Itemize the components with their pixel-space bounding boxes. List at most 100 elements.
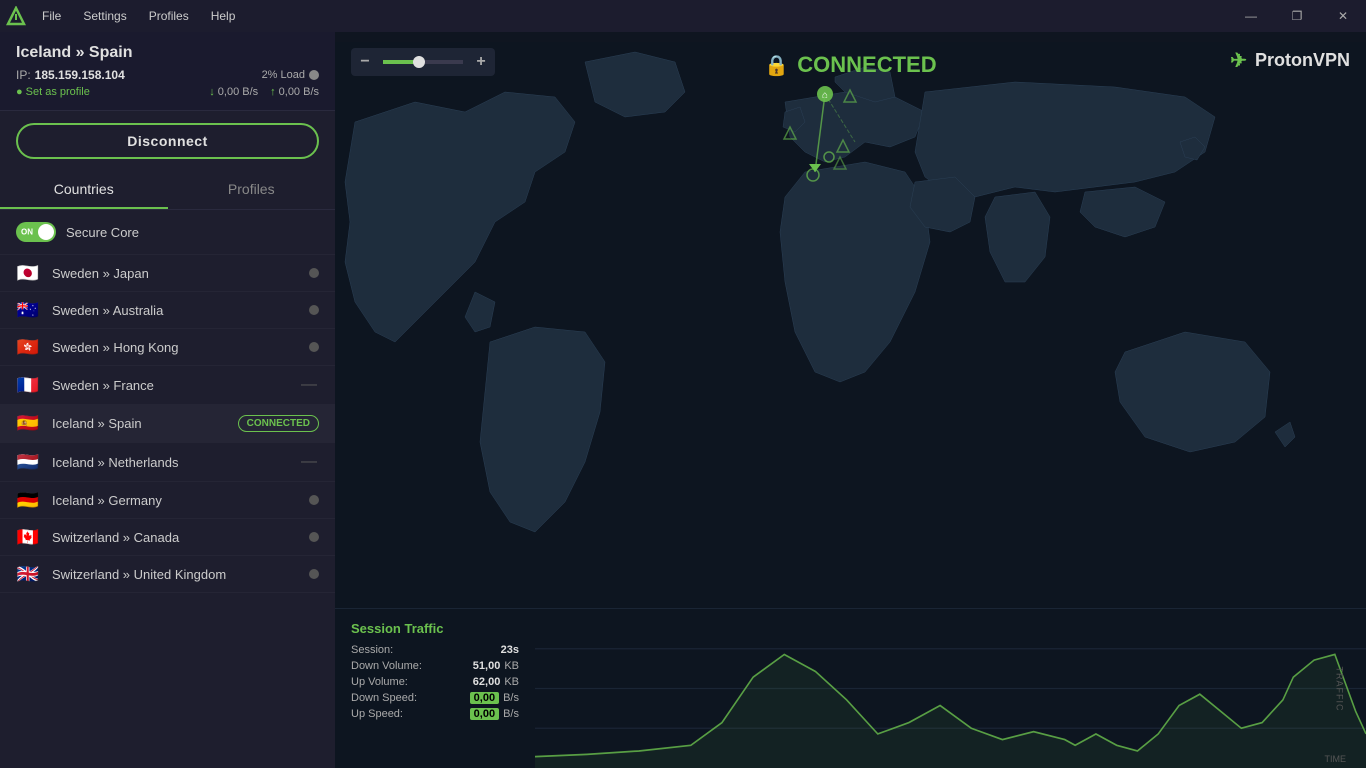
server-name: Sweden » Australia	[52, 303, 309, 318]
conn-speed-row: ● Set as profile ↓ 0,00 B/s ↑ 0,00 B/s	[16, 86, 319, 98]
lock-icon: 🔒	[764, 53, 789, 78]
stat-label: Down Volume:	[351, 660, 422, 672]
zoom-out-button[interactable]: −	[351, 48, 379, 76]
flag-icon: 🇨🇦	[16, 529, 40, 545]
menu-profiles[interactable]: Profiles	[139, 5, 199, 27]
app-icon	[0, 0, 32, 32]
stat-value: 51,00	[473, 660, 501, 672]
map-container: ⌂	[335, 32, 1366, 632]
set-profile-link[interactable]: ● Set as profile	[16, 86, 205, 98]
up-speed-badge: ↑ 0,00 B/s	[270, 86, 319, 98]
server-status-dash: —	[301, 376, 317, 394]
traffic-panel: Session Traffic Session:23sDown Volume:5…	[335, 608, 1366, 768]
maximize-button[interactable]: ❐	[1274, 0, 1320, 32]
menu-settings[interactable]: Settings	[73, 5, 136, 27]
stat-label: Session:	[351, 644, 393, 656]
tab-countries[interactable]: Countries	[0, 171, 168, 209]
time-axis-label: TIME	[1325, 754, 1347, 764]
server-item[interactable]: 🇩🇪 Iceland » Germany	[0, 482, 335, 519]
server-item[interactable]: 🇬🇧Switzerland » United Kingdom	[0, 556, 335, 593]
stat-unit: KB	[504, 660, 519, 672]
secure-core-label: Secure Core	[66, 225, 139, 240]
server-list: 🇯🇵 Sweden » Japan 🇦🇺 Sweden » Australia 🇭🇰 Sw…	[0, 255, 335, 768]
load-dot	[309, 70, 319, 80]
stat-label: Down Speed:	[351, 692, 417, 704]
ip-label: IP:	[16, 68, 31, 82]
stat-value: 23s	[501, 644, 519, 656]
server-status-dot	[309, 268, 319, 278]
chart-area: TRAFFIC TIME	[535, 609, 1366, 768]
flag-icon: 🇯🇵	[16, 265, 40, 281]
zoom-slider[interactable]	[383, 60, 463, 64]
server-item[interactable]: 🇫🇷 Sweden » France—	[0, 366, 335, 405]
zoom-in-button[interactable]: +	[467, 48, 495, 76]
tabs: Countries Profiles	[0, 171, 335, 210]
close-button[interactable]: ✕	[1320, 0, 1366, 32]
stat-rows-container: Session: 23s Down Volume: 51,00KB Up Volume:…	[351, 644, 519, 720]
server-item[interactable]: 🇦🇺 Sweden » Australia	[0, 292, 335, 329]
server-name: Iceland » Netherlands	[52, 455, 301, 470]
tab-profiles[interactable]: Profiles	[168, 171, 336, 209]
server-item[interactable]: 🇳🇱 Iceland » Netherlands—	[0, 443, 335, 482]
server-name: Sweden » Japan	[52, 266, 309, 281]
menu-file[interactable]: File	[32, 5, 71, 27]
traffic-axis-label: TRAFFIC	[1335, 666, 1345, 711]
stat-label: Up Speed:	[351, 708, 403, 720]
traffic-stats: Session Traffic Session:23sDown Volume:5…	[335, 609, 535, 768]
window-controls: — ❐ ✕	[1228, 0, 1366, 32]
server-name: Switzerland » United Kingdom	[52, 567, 309, 582]
stat-value: 0,00	[470, 692, 499, 704]
flag-icon: 🇪🇸	[16, 416, 40, 432]
load-indicator: 2% Load	[262, 69, 319, 81]
set-profile-label: Set as profile	[26, 86, 90, 98]
stat-value: 62,00	[473, 676, 501, 688]
stat-row: Session: 23s	[351, 644, 519, 656]
server-item[interactable]: 🇨🇦 Switzerland » Canada	[0, 519, 335, 556]
stat-value: 0,00	[470, 708, 499, 720]
server-name: Sweden » Hong Kong	[52, 340, 309, 355]
stat-unit: B/s	[503, 708, 519, 720]
proton-logo-text: ProtonVPN	[1255, 50, 1350, 71]
server-name: Sweden » France	[52, 378, 301, 393]
server-name: Iceland » Spain	[52, 416, 238, 431]
connection-location: Iceland » Spain	[16, 44, 319, 62]
titlebar: File Settings Profiles Help — ❐ ✕	[0, 0, 1366, 32]
flag-icon: 🇩🇪	[16, 492, 40, 508]
toggle-on-label: ON	[21, 228, 33, 237]
stat-row: Down Speed: 0,00 B/s	[351, 692, 519, 704]
conn-ip-row: IP: 185.159.158.104 2% Load	[16, 68, 319, 82]
server-status-dot	[309, 495, 319, 505]
server-status-dash: —	[301, 453, 317, 471]
map-connected-badge: 🔒 CONNECTED	[764, 52, 936, 78]
stat-row: Down Volume: 51,00KB	[351, 660, 519, 672]
connection-info: Iceland » Spain IP: 185.159.158.104 2% L…	[0, 32, 335, 111]
stat-row: Up Speed: 0,00 B/s	[351, 708, 519, 720]
secure-core-toggle[interactable]: ON	[16, 222, 56, 242]
up-speed-value: 0,00 B/s	[279, 86, 319, 98]
down-speed-badge: ↓ 0,00 B/s	[209, 86, 258, 98]
secure-core-row: ON Secure Core	[0, 210, 335, 255]
server-item[interactable]: 🇯🇵 Sweden » Japan	[0, 255, 335, 292]
stat-unit: B/s	[503, 692, 519, 704]
server-name: Switzerland » Canada	[52, 530, 309, 545]
load-text: 2% Load	[262, 69, 305, 81]
server-name: Iceland » Germany	[52, 493, 309, 508]
flag-icon: 🇫🇷	[16, 377, 40, 393]
stat-row: Up Volume:62,00KB	[351, 676, 519, 688]
left-panel: Iceland » Spain IP: 185.159.158.104 2% L…	[0, 32, 335, 768]
down-speed-value: 0,00 B/s	[218, 86, 258, 98]
connected-label: CONNECTED	[797, 52, 936, 78]
server-item[interactable]: 🇭🇰 Sweden » Hong Kong	[0, 329, 335, 366]
flag-icon: 🇳🇱	[16, 454, 40, 470]
connected-badge: CONNECTED	[238, 415, 319, 432]
stat-label: Up Volume:	[351, 676, 408, 688]
minimize-button[interactable]: —	[1228, 0, 1274, 32]
server-item[interactable]: 🇪🇸 Iceland » SpainCONNECTED	[0, 405, 335, 443]
flag-icon: 🇭🇰	[16, 339, 40, 355]
menu-help[interactable]: Help	[201, 5, 246, 27]
flag-icon: 🇦🇺	[16, 302, 40, 318]
proton-icon: ✈	[1230, 48, 1247, 73]
disconnect-button[interactable]: Disconnect	[16, 123, 319, 159]
proton-logo: ✈ ProtonVPN	[1230, 48, 1350, 73]
right-panel: − + 🔒 CONNECTED ✈ ProtonVPN	[335, 32, 1366, 768]
